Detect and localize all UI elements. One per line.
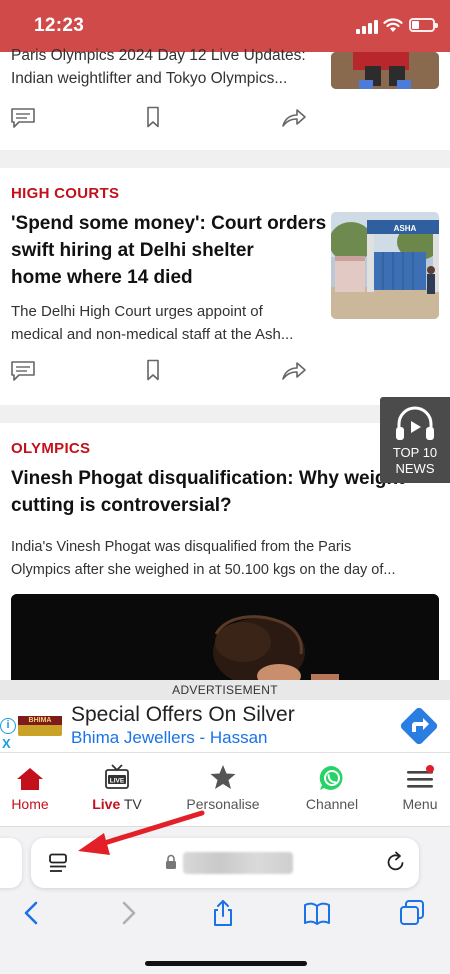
bookmark-icon[interactable] bbox=[140, 359, 166, 381]
battery-icon bbox=[409, 18, 438, 32]
nav-home[interactable]: Home bbox=[0, 753, 60, 827]
directions-icon[interactable] bbox=[399, 706, 439, 746]
ad-info-icon[interactable]: i bbox=[0, 718, 16, 734]
reload-icon[interactable] bbox=[385, 851, 407, 873]
ad-close-icon[interactable]: X bbox=[2, 736, 11, 751]
screen: 12:23 Paris Olympics 2024 Day 12 Live Up… bbox=[0, 0, 450, 974]
top10-label: TOP 10 bbox=[392, 445, 438, 460]
article-headline[interactable]: Vinesh Phogat disqualification: Why weig… bbox=[11, 465, 404, 519]
news-label: NEWS bbox=[395, 461, 435, 476]
article-category[interactable]: HIGH COURTS bbox=[11, 185, 119, 202]
article-summary: India's Vinesh Phogat was disqualified f… bbox=[11, 539, 396, 578]
wifi-icon bbox=[383, 18, 403, 32]
cellular-signal-icon bbox=[356, 20, 378, 34]
advertisement-label: ADVERTISEMENT bbox=[0, 680, 450, 700]
bookmark-icon[interactable] bbox=[140, 106, 166, 128]
share-sheet-icon[interactable] bbox=[209, 899, 237, 927]
ad-subtitle[interactable]: Bhima Jewellers - Hassan bbox=[71, 728, 268, 748]
article-thumbnail[interactable] bbox=[331, 52, 439, 89]
article-category[interactable]: OLYMPICS bbox=[11, 440, 90, 457]
annotation-arrow bbox=[78, 810, 205, 855]
svg-text:LIVE: LIVE bbox=[110, 778, 125, 785]
ad-title[interactable]: Special Offers On Silver bbox=[71, 703, 295, 727]
ad-logo: BHIMA bbox=[18, 716, 62, 736]
whatsapp-icon bbox=[319, 765, 343, 790]
article-card[interactable]: Paris Olympics 2024 Day 12 Live Updates:… bbox=[0, 47, 450, 150]
article-card[interactable]: HIGH COURTS 'Spend some money': Court or… bbox=[0, 168, 450, 405]
headphones-play-icon bbox=[396, 406, 434, 440]
comment-icon[interactable] bbox=[10, 107, 36, 129]
share-icon[interactable] bbox=[281, 107, 307, 129]
nav-menu[interactable]: Menu bbox=[394, 753, 446, 827]
back-icon[interactable] bbox=[18, 899, 46, 927]
star-icon bbox=[210, 765, 236, 789]
article-hero-image[interactable] bbox=[11, 594, 439, 684]
share-icon[interactable] bbox=[281, 360, 307, 382]
forward-icon[interactable] bbox=[114, 899, 142, 927]
comment-icon[interactable] bbox=[10, 360, 36, 382]
bottom-navigation: Home LIVE Live TV Personalise Channel Me… bbox=[0, 752, 450, 826]
nav-channel[interactable]: Channel bbox=[299, 753, 365, 827]
previous-tab-preview[interactable] bbox=[0, 838, 22, 888]
bookmarks-icon[interactable] bbox=[303, 899, 331, 927]
article-summary: Paris Olympics 2024 Day 12 Live Updates:… bbox=[11, 47, 306, 87]
nav-channel-label: Channel bbox=[305, 796, 359, 812]
top10-news-button[interactable]: TOP 10 NEWS bbox=[380, 397, 450, 483]
home-indicator bbox=[145, 961, 307, 966]
live-tv-icon: LIVE bbox=[105, 764, 129, 789]
hamburger-menu-icon bbox=[407, 765, 434, 788]
svg-text:ASHA: ASHA bbox=[394, 224, 417, 233]
tabs-icon[interactable] bbox=[398, 899, 426, 927]
status-time: 12:23 bbox=[34, 15, 85, 36]
article-summary: The Delhi High Court urges appoint of me… bbox=[11, 303, 294, 343]
nav-home-label: Home bbox=[11, 796, 49, 812]
nav-menu-label: Menu bbox=[402, 796, 438, 812]
article-thumbnail[interactable]: ASHA bbox=[331, 212, 439, 319]
ad-banner[interactable]: i X BHIMA Special Offers On Silver Bhima… bbox=[0, 700, 450, 752]
article-headline[interactable]: 'Spend some money': Court orders swift h… bbox=[11, 210, 326, 291]
page-menu-icon[interactable] bbox=[48, 853, 70, 873]
home-icon bbox=[17, 768, 43, 790]
browser-toolbar bbox=[0, 810, 450, 974]
